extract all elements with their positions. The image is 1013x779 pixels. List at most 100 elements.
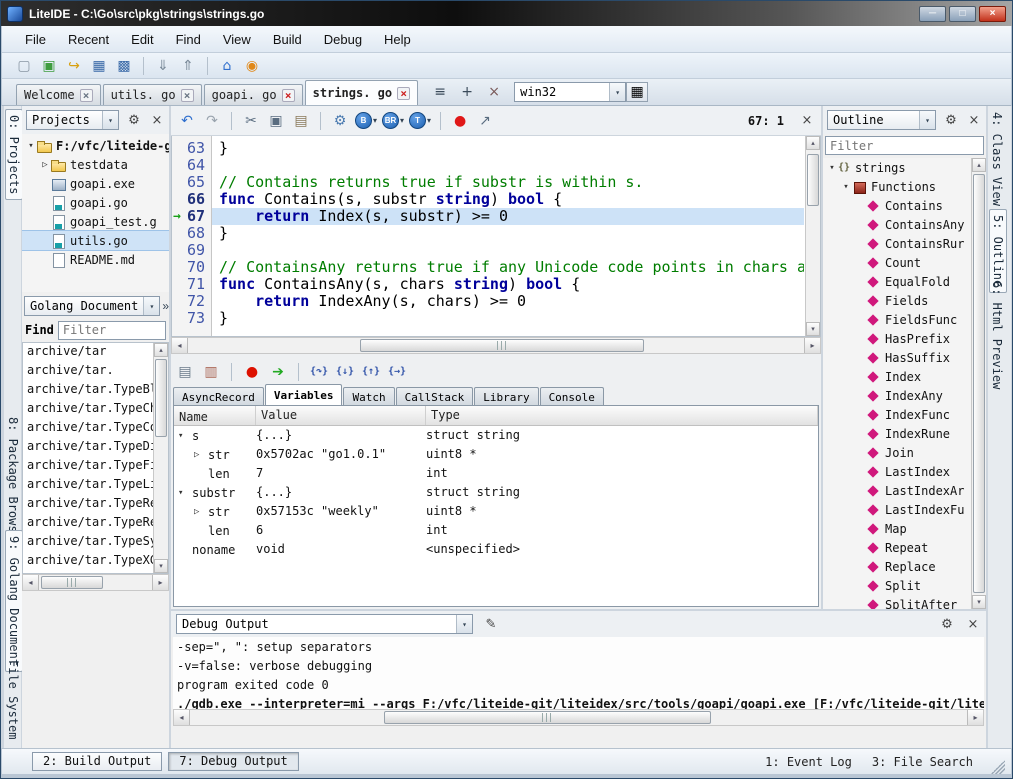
menu-find[interactable]: Find xyxy=(165,29,212,50)
column-header-type[interactable]: Type xyxy=(426,406,818,425)
doc-filter-input[interactable] xyxy=(58,321,166,340)
step-out-icon[interactable]: {↑} xyxy=(361,362,381,382)
scrollbar-track[interactable] xyxy=(188,338,804,353)
export-log-icon[interactable]: ▥ xyxy=(201,362,221,382)
line-number[interactable]: 71 xyxy=(172,276,212,293)
debug-tab-callstack[interactable]: CallStack xyxy=(396,387,474,405)
tab-close-icon[interactable]: × xyxy=(181,89,194,102)
build-button[interactable]: B▾ xyxy=(355,112,377,129)
chevron-down-icon[interactable]: ▾ xyxy=(609,83,625,101)
target-combo[interactable]: win32 ▾ xyxy=(514,82,626,102)
tab-utils-go[interactable]: utils. go× xyxy=(103,84,202,105)
line-number[interactable]: 68 xyxy=(172,225,212,242)
scrollbar-thumb[interactable] xyxy=(360,339,643,352)
outline-vscrollbar[interactable]: ▴ ▾ xyxy=(971,158,986,609)
outline-filter-input[interactable] xyxy=(825,136,984,155)
new-file-icon[interactable]: ▢ xyxy=(14,56,34,76)
scrollbar-thumb[interactable] xyxy=(155,359,167,437)
expander-icon[interactable]: ▷ xyxy=(39,160,51,170)
minimize-button[interactable]: ─ xyxy=(919,6,946,22)
split-editor-icon[interactable]: + xyxy=(457,82,477,102)
debug-external-icon[interactable]: ↗ xyxy=(475,111,495,131)
close-button[interactable]: × xyxy=(979,6,1006,22)
outline-item-indexfunc[interactable]: IndexFunc xyxy=(823,405,971,424)
outline-item-repeat[interactable]: Repeat xyxy=(823,538,971,557)
outline-item-splitafter[interactable]: SplitAfter xyxy=(823,595,971,609)
projects-combo[interactable]: Projects ▾ xyxy=(26,110,119,130)
menu-debug[interactable]: Debug xyxy=(313,29,373,50)
variable-row-len[interactable]: len6int xyxy=(174,521,818,540)
doc-item[interactable]: archive/tar.TypeXG xyxy=(23,553,153,572)
maximize-button[interactable]: □ xyxy=(949,6,976,22)
scroll-up-icon[interactable]: ▴ xyxy=(806,136,820,150)
statusbar-item-3-file-search[interactable]: 3: File Search xyxy=(872,755,973,769)
line-number[interactable]: 65 xyxy=(172,174,212,191)
scroll-down-icon[interactable]: ▾ xyxy=(154,559,168,573)
outline-item-containsrur[interactable]: ContainsRur xyxy=(823,234,971,253)
project-item-goapi-exe[interactable]: goapi.exe xyxy=(22,174,169,193)
line-number[interactable]: →67 xyxy=(172,208,212,225)
line-number[interactable]: 73 xyxy=(172,310,212,327)
scroll-left-icon[interactable]: ◂ xyxy=(23,575,39,590)
menu-view[interactable]: View xyxy=(212,29,262,50)
project-item-testdata[interactable]: ▷testdata xyxy=(22,155,169,174)
gear-icon[interactable]: ⚙ xyxy=(126,113,142,128)
close-icon[interactable]: × xyxy=(149,113,165,128)
paste-icon[interactable]: ▤ xyxy=(291,111,311,131)
variable-row-s[interactable]: ▾s{...}struct string xyxy=(174,426,818,445)
outline-item-split[interactable]: Split xyxy=(823,576,971,595)
chevron-down-icon[interactable]: ▾ xyxy=(456,615,472,633)
scrollbar-thumb[interactable] xyxy=(807,154,819,206)
project-item-goapi-test-g[interactable]: goapi_test.g xyxy=(22,212,169,231)
scroll-down-icon[interactable]: ▾ xyxy=(806,322,820,336)
editor-hscrollbar[interactable]: ◂ ▸ xyxy=(171,337,821,354)
menu-recent[interactable]: Recent xyxy=(57,29,120,50)
chevron-down-icon[interactable]: ▾ xyxy=(143,297,159,315)
expander-icon[interactable]: ▾ xyxy=(826,163,838,173)
doc-item[interactable]: archive/tar.TypeRe( xyxy=(23,496,153,515)
code-line-67[interactable]: →67 return Index(s, substr) >= 0 xyxy=(172,208,804,225)
scroll-left-icon[interactable]: ◂ xyxy=(172,338,188,353)
open-file-icon[interactable]: ▣ xyxy=(39,56,59,76)
line-number[interactable]: 72 xyxy=(172,293,212,310)
editor-vscrollbar[interactable]: ▴ ▾ xyxy=(805,136,820,336)
undo-icon[interactable]: ↶ xyxy=(177,111,197,131)
step-into-icon[interactable]: {↓} xyxy=(335,362,355,382)
debug-tab-console[interactable]: Console xyxy=(540,387,604,405)
chevron-down-icon[interactable]: ▾ xyxy=(102,111,118,129)
outline-item-lastindexar[interactable]: LastIndexAr xyxy=(823,481,971,500)
outline-item-fields[interactable]: Fields xyxy=(823,291,971,310)
chevron-down-icon[interactable]: ▾ xyxy=(919,111,935,129)
outline-item-strings[interactable]: ▾{}strings xyxy=(823,158,971,177)
import-session-icon[interactable]: ⇓ xyxy=(153,56,173,76)
debug-tab-watch[interactable]: Watch xyxy=(343,387,394,405)
debug-output-text[interactable]: -sep=", ": setup separators-v=false: ver… xyxy=(173,637,984,709)
expander-icon[interactable]: ▾ xyxy=(25,141,37,151)
outline-item-index[interactable]: Index xyxy=(823,367,971,386)
scroll-up-icon[interactable]: ▴ xyxy=(972,158,986,172)
redo-icon[interactable]: ↷ xyxy=(202,111,222,131)
scrollbar-track[interactable] xyxy=(190,710,967,725)
doc-item[interactable]: archive/tar.TypeCh xyxy=(23,401,153,420)
statusbar-item-1-event-log[interactable]: 1: Event Log xyxy=(765,755,852,769)
outline-item-map[interactable]: Map xyxy=(823,519,971,538)
start-debug-icon[interactable]: ● xyxy=(450,111,470,131)
code-line-68[interactable]: 68} xyxy=(172,225,804,242)
tab-close-icon[interactable]: × xyxy=(397,87,410,100)
build-run-button[interactable]: BR▾ xyxy=(382,112,404,129)
dock-tab-0-projects[interactable]: 0: Projects xyxy=(5,109,23,200)
expander-icon[interactable]: ▾ xyxy=(178,431,192,441)
resize-grip[interactable] xyxy=(991,760,1005,774)
statusbar-button-7-debug-output[interactable]: 7: Debug Output xyxy=(168,752,298,771)
doc-item[interactable]: archive/tar. xyxy=(23,363,153,382)
close-editor-icon[interactable]: × xyxy=(799,113,815,128)
save-file-icon[interactable]: ▦ xyxy=(89,56,109,76)
doc-item[interactable]: archive/tar xyxy=(23,344,153,363)
home-icon[interactable]: ⌂ xyxy=(217,56,237,76)
scrollbar-thumb[interactable] xyxy=(384,711,710,724)
build-config-icon[interactable]: ⚙ xyxy=(330,111,350,131)
code-line-70[interactable]: 70// ContainsAny returns true if any Uni… xyxy=(172,259,804,276)
scrollbar-thumb[interactable] xyxy=(973,174,985,593)
code-line-73[interactable]: 73} xyxy=(172,310,804,327)
scrollbar-thumb[interactable] xyxy=(41,576,103,589)
